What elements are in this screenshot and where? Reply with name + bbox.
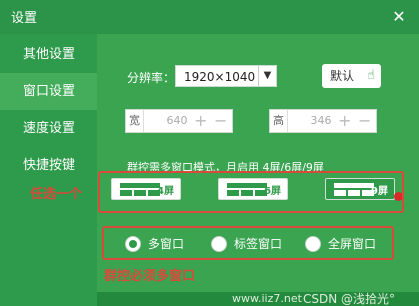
sidebar-item-other-settings[interactable]: 其他设置 [0, 36, 97, 73]
sidebar-item-window-settings[interactable]: 窗口设置 [0, 73, 97, 110]
width-value: 640 [166, 114, 188, 127]
annotation-must-multi: 群控必须多窗口 [104, 269, 196, 284]
resolution-label: 分辨率： [127, 71, 176, 85]
width-tag: 宽 [126, 110, 144, 132]
annotation-box-layout [98, 171, 404, 213]
title-bar: 设置 ✕ [0, 0, 419, 34]
chevron-down-icon[interactable]: ▼ [258, 65, 277, 87]
window-title: 设置 [11, 11, 38, 26]
sidebar: 其他设置 窗口设置 速度设置 快捷按键 [0, 34, 97, 306]
height-value: 346 [310, 114, 332, 127]
width-plus-icon[interactable]: + [194, 110, 207, 132]
height-plus-icon[interactable]: + [338, 110, 351, 132]
default-button[interactable]: 默认 ☝ [322, 64, 381, 88]
height-field[interactable]: 高 346 + − [269, 109, 377, 133]
hand-pointer-icon: ☝ [367, 68, 375, 83]
default-button-label: 默认 [330, 69, 355, 83]
annotation-choose-one: 任选一个 [30, 187, 83, 202]
height-minus-icon[interactable]: − [358, 110, 371, 132]
height-tag: 高 [270, 110, 288, 132]
width-minus-icon[interactable]: − [214, 110, 227, 132]
site-watermark: www.iiz7.net [232, 292, 302, 305]
sidebar-item-hotkeys[interactable]: 快捷按键 [0, 147, 97, 184]
sidebar-item-speed-settings[interactable]: 速度设置 [0, 110, 97, 147]
annotation-box-mode [102, 226, 394, 260]
close-icon[interactable]: ✕ [388, 6, 410, 28]
width-field[interactable]: 宽 640 + − [125, 109, 233, 133]
csdn-watermark: CSDN @浅拾光° [303, 292, 396, 306]
